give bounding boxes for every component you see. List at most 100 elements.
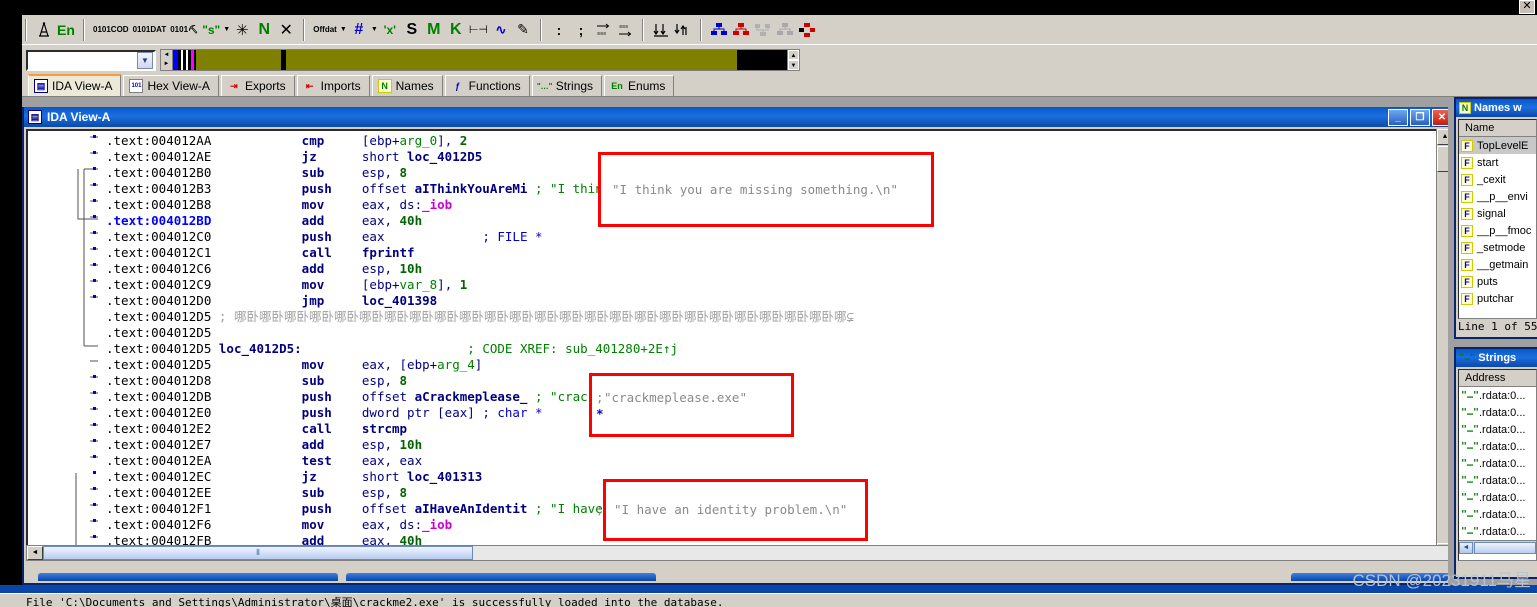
names-column-header[interactable]: Name (1459, 120, 1536, 137)
scroll-left-button[interactable]: ◄ (1459, 541, 1473, 554)
jump-xref-from-icon[interactable] (672, 18, 694, 42)
chevron-down-icon[interactable]: ▼ (137, 51, 153, 69)
list-item[interactable]: "…" .rdata:0... (1459, 387, 1536, 404)
disasm-line[interactable]: .text:004012AE jz short loc_4012D5 (106, 149, 1450, 165)
list-item[interactable]: "…" .rdata:0... (1459, 489, 1536, 506)
offset-dropdown-icon[interactable]: ▼ (339, 18, 348, 42)
tab-imports[interactable]: ⇤ Imports (296, 75, 370, 96)
tab-ida-view-a[interactable]: ▤ IDA View-A (28, 74, 122, 96)
navigator-colorbar[interactable]: ◄ ► ▲ ▼ (160, 49, 800, 71)
disasm-line[interactable]: .text:004012B0 sub esp, 8 (106, 165, 1450, 181)
child-tab-marker[interactable] (1291, 573, 1451, 581)
ida-view-a-titlebar[interactable]: ▤ IDA View-A _ ❐ ✕ (24, 107, 1454, 127)
disasm-label-line[interactable]: .text:004012D5 loc_4012D5: ; CODE XREF: … (106, 341, 1450, 357)
char-format-icon[interactable]: 'x' (379, 18, 401, 42)
manual-instruction-icon[interactable]: M (423, 18, 445, 42)
disasm-line[interactable]: .text:004012EE sub esp, 8 (106, 485, 1450, 501)
wave-icon[interactable]: ∿ (490, 18, 512, 42)
disasm-line[interactable]: .text:004012E7 add esp, 10h (106, 437, 1450, 453)
tab-hex-view-a[interactable]: 101 Hex View-A (123, 75, 219, 96)
disasm-line[interactable]: .text:004012D5 mov eax, [ebp+arg_4] (106, 357, 1450, 373)
strings-panel-titlebar[interactable]: "…" Strings (1456, 349, 1537, 367)
disasm-line[interactable]: .text:004012AA cmp [ebp+arg_0], 2 (106, 133, 1450, 149)
disasm-line[interactable]: .text:004012E2 call strcmp (106, 421, 1450, 437)
strings-horizontal-scrollbar[interactable]: ◄ (1459, 540, 1536, 554)
child-minimize-button[interactable]: _ (1388, 108, 1408, 126)
stack-variable-icon[interactable]: S (401, 18, 423, 42)
offset-data-icon[interactable]: Off dat (311, 18, 339, 42)
hscroll-thumb[interactable]: ⦀ (43, 546, 473, 560)
list-item[interactable]: "…" .rdata:0... (1459, 523, 1536, 540)
make-code-icon[interactable]: 0101 COD (91, 18, 131, 42)
jump-xref-to-icon[interactable] (650, 18, 672, 42)
flow-chart-icon[interactable] (796, 18, 818, 42)
posterior-comment-icon[interactable]: ≡≡≡ (614, 18, 636, 42)
disasm-line[interactable]: .text:004012C0 push eax ; FILE * (106, 229, 1450, 245)
disasm-line[interactable]: .text:004012F6 mov eax, ds:_iob (106, 517, 1450, 533)
list-item[interactable]: "…" .rdata:0... (1459, 455, 1536, 472)
list-item[interactable]: Fputs (1459, 273, 1536, 290)
navigator-scroll-buttons[interactable]: ▲ ▼ (787, 50, 799, 70)
number-format-icon[interactable]: # (348, 18, 370, 42)
list-item[interactable]: "…" .rdata:0... (1459, 438, 1536, 455)
disasm-line[interactable]: .text:004012C6 add esp, 10h (106, 261, 1450, 277)
strings-column-header[interactable]: Address (1459, 370, 1536, 387)
string-dropdown-icon[interactable]: ▼ (222, 18, 231, 42)
list-item[interactable]: F _setmode (1459, 239, 1536, 256)
disasm-line[interactable]: .text:004012D5 (106, 325, 1450, 341)
make-struct-icon[interactable]: 0101 ⛏ (168, 18, 200, 42)
scroll-left-button[interactable]: ◄ (27, 546, 43, 560)
jump-to-address-icon[interactable] (33, 18, 55, 42)
disasm-line[interactable]: .text:004012D8 sub esp, 8 (106, 373, 1450, 389)
disasm-line[interactable]: .text:004012D0 jmp loc_401398 (106, 293, 1450, 309)
child-tab-marker[interactable] (38, 573, 338, 581)
make-string-icon[interactable]: "s" (200, 18, 222, 42)
disasm-line[interactable]: .text:004012C1 call fprintf (106, 245, 1450, 261)
strings-list[interactable]: Address "…" .rdata:0... "…" .rdata:0... "…… (1458, 369, 1537, 561)
disasm-line[interactable]: .text:004012DB push offset aCrackmepleas… (106, 389, 1450, 405)
list-item[interactable]: F __p__fmoc (1459, 222, 1536, 239)
list-item[interactable]: F __getmain (1459, 256, 1536, 273)
disasm-line-selected[interactable]: .text:004012BD add eax, 40h (106, 213, 1450, 229)
list-item[interactable]: "…" .rdata:0... (1459, 472, 1536, 489)
names-panel-titlebar[interactable]: N Names w (1456, 99, 1537, 117)
navigator-spin-buttons[interactable]: ◄ ► (161, 50, 173, 70)
tab-strings[interactable]: "…" Strings (531, 75, 603, 96)
anterior-comment-icon[interactable]: ≡≡≡ (592, 18, 614, 42)
list-item[interactable]: F TopLevelE (1459, 137, 1536, 154)
edit-pencil-icon[interactable]: ✎ (512, 18, 534, 42)
hscroll-thumb[interactable] (1474, 541, 1536, 554)
tab-functions[interactable]: ƒ Functions (444, 75, 530, 96)
jump-address-combo[interactable]: ▼ (26, 49, 156, 71)
semicolon-icon[interactable]: ; (570, 18, 592, 42)
list-item[interactable]: Fsignal (1459, 205, 1536, 222)
disassembly-horizontal-scrollbar[interactable]: ◄ ⦀ (26, 545, 1452, 561)
delete-icon[interactable]: ✕ (275, 18, 297, 42)
child-tab-marker[interactable] (346, 573, 656, 581)
xrefs-from-graph-icon[interactable] (752, 18, 774, 42)
array-icon[interactable]: ⊢⊣ (467, 18, 490, 42)
names-list[interactable]: Name F TopLevelE Fstart F _cexit F __p__env… (1458, 119, 1537, 319)
number-dropdown-icon[interactable]: ▼ (370, 18, 379, 42)
user-graph-icon[interactable] (774, 18, 796, 42)
keyboard-macro-icon[interactable]: K (445, 18, 467, 42)
disasm-line[interactable]: .text:004012C9 mov [ebp+var_8], 1 (106, 277, 1450, 293)
list-item[interactable]: Fputchar (1459, 290, 1536, 307)
list-item[interactable]: "…" .rdata:0... (1459, 404, 1536, 421)
list-item[interactable]: "…" .rdata:0... (1459, 506, 1536, 523)
disasm-line[interactable]: .text:004012E0 push dword ptr [eax] ; ch… (106, 405, 1450, 421)
tab-enums[interactable]: En Enums (604, 75, 675, 96)
disasm-line[interactable]: .text:004012B8 mov eax, ds:_iob (106, 197, 1450, 213)
xrefs-to-graph-icon[interactable] (730, 18, 752, 42)
colon-icon[interactable]: : (548, 18, 570, 42)
list-item[interactable]: "…" .rdata:0... (1459, 421, 1536, 438)
child-maximize-button[interactable]: ❐ (1410, 108, 1430, 126)
list-item[interactable]: F __p__envi (1459, 188, 1536, 205)
list-item[interactable]: F _cexit (1459, 171, 1536, 188)
function-call-graph-icon[interactable] (708, 18, 730, 42)
tab-exports[interactable]: ⇥ Exports (220, 75, 295, 96)
disasm-separator-line[interactable]: .text:004012D5 ; 哪卧哪卧哪卧哪卧哪卧哪卧哪卧哪卧哪卧哪卧哪卧哪… (106, 309, 1450, 325)
make-data-icon[interactable]: 0101 DAT (131, 18, 169, 42)
window-close-button[interactable]: ✕ (1519, 0, 1535, 14)
disasm-line[interactable]: .text:004012EA test eax, eax (106, 453, 1450, 469)
